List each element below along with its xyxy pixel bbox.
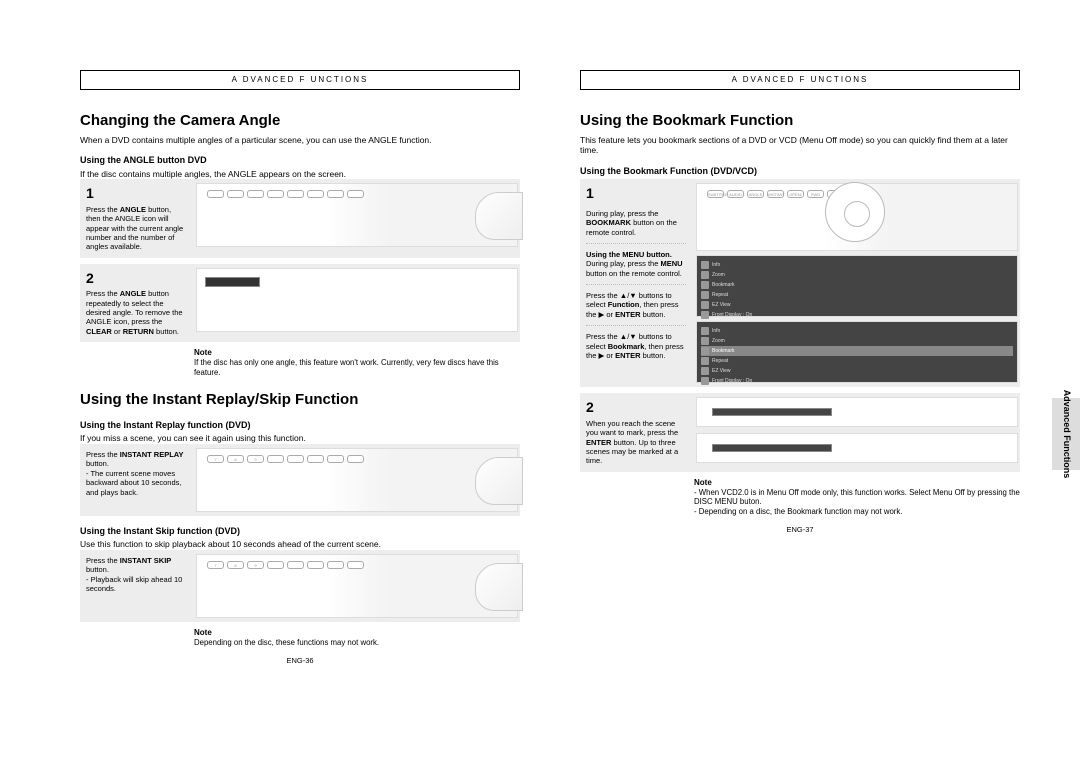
skip-text: Press the INSTANT SKIP button. Playback … xyxy=(86,556,186,594)
note-label: Note xyxy=(194,628,520,638)
step-2-text: When you reach the scene you want to mar… xyxy=(586,419,686,466)
angle-intro: If the disc contains multiple angles, th… xyxy=(80,169,520,180)
figure-menu-function: Info Zoom Bookmark Repeat EZ View Front … xyxy=(696,255,1018,317)
note-text: If the disc has only one angle, this fea… xyxy=(194,358,520,377)
step-number: 2 xyxy=(586,399,686,417)
note-label: Note xyxy=(194,348,520,358)
section-header: A DVANCED F UNCTIONS xyxy=(80,70,520,90)
figure-remote: SUBTITLEAUDIO ANGLEINSTANT OPEN/PWD RPTS… xyxy=(696,183,1018,251)
step-2-text: Press the ANGLE button repeatedly to sel… xyxy=(86,289,186,336)
bookmark-step-1: 1 During play, press the BOOKMARK button… xyxy=(580,179,1020,387)
thumb-icon xyxy=(475,192,523,240)
step-2: 2 Press the ANGLE button repeatedly to s… xyxy=(80,264,520,342)
section-header-text: A DVANCED F UNCTIONS xyxy=(232,75,369,84)
subheading-bookmark: Using the Bookmark Function (DVD/VCD) xyxy=(580,166,1020,177)
section-header: A DVANCED F UNCTIONS xyxy=(580,70,1020,90)
step-1-text: Press the ANGLE button, then the ANGLE i… xyxy=(86,205,186,252)
note-text: Depending on the disc, these functions m… xyxy=(194,638,520,648)
page-number: ENG-36 xyxy=(80,656,520,665)
note-label: Note xyxy=(694,478,1020,488)
subheading-angle-button: Using the ANGLE button DVD xyxy=(80,155,520,166)
thumb-icon xyxy=(475,457,523,505)
section-header-text: A DVANCED F UNCTIONS xyxy=(732,75,869,84)
replay-intro: If you miss a scene, you can see it agai… xyxy=(80,433,520,444)
step-1: 1 Press the ANGLE button, then the ANGLE… xyxy=(80,179,520,257)
skip-intro: Use this function to skip playback about… xyxy=(80,539,520,550)
figure-remote xyxy=(196,183,518,247)
figure-menu-bookmark: Info Zoom Bookmark Repeat EZ View Front … xyxy=(696,321,1018,383)
heading-bookmark: Using the Bookmark Function xyxy=(580,112,1020,131)
substep-1a: During play, press the BOOKMARK button o… xyxy=(586,209,686,237)
substep-1c: Press the ▲/▼ buttons to select Function… xyxy=(586,284,686,319)
note-bookmark: Note When VCD2.0 is in Menu Off mode onl… xyxy=(580,478,1020,517)
side-tab-label: Advanced Functions xyxy=(1061,390,1071,479)
figure-bookmark-bar xyxy=(696,397,1018,427)
bookmark-step-2: 2 When you reach the scene you want to m… xyxy=(580,393,1020,471)
note-angle: Note If the disc has only one angle, thi… xyxy=(80,348,520,377)
substep-1b: Using the MENU button. During play, pres… xyxy=(586,243,686,278)
step-number: 1 xyxy=(86,185,186,203)
substep-1d: Press the ▲/▼ buttons to select Bookmark… xyxy=(586,325,686,360)
figure-remote: 789 xyxy=(196,554,518,618)
figure-screen xyxy=(196,268,518,332)
heading-camera-angle: Changing the Camera Angle xyxy=(80,112,520,131)
side-tab: Advanced Functions xyxy=(1052,398,1080,470)
intro-text: This feature lets you bookmark sections … xyxy=(580,135,1020,156)
thumb-icon xyxy=(475,563,523,611)
step-skip: Press the INSTANT SKIP button. Playback … xyxy=(80,550,520,622)
step-number: 1 xyxy=(586,185,686,203)
heading-replay-skip: Using the Instant Replay/Skip Function xyxy=(80,391,520,410)
page-right: A DVANCED F UNCTIONS Using the Bookmark … xyxy=(580,70,1020,665)
subheading-instant-skip: Using the Instant Skip function (DVD) xyxy=(80,526,520,537)
page-left: A DVANCED F UNCTIONS Changing the Camera… xyxy=(80,70,520,665)
figure-remote: 789 xyxy=(196,448,518,512)
subheading-instant-replay: Using the Instant Replay function (DVD) xyxy=(80,420,520,431)
note-bullets: When VCD2.0 is in Menu Off mode only, th… xyxy=(694,488,1020,517)
figure-bookmark-bar xyxy=(696,433,1018,463)
page-number: ENG-37 xyxy=(580,525,1020,534)
step-replay: Press the INSTANT REPLAY button. The cur… xyxy=(80,444,520,516)
intro-text: When a DVD contains multiple angles of a… xyxy=(80,135,520,146)
note-skip: Note Depending on the disc, these functi… xyxy=(80,628,520,648)
replay-text: Press the INSTANT REPLAY button. The cur… xyxy=(86,450,186,497)
step-number: 2 xyxy=(86,270,186,288)
